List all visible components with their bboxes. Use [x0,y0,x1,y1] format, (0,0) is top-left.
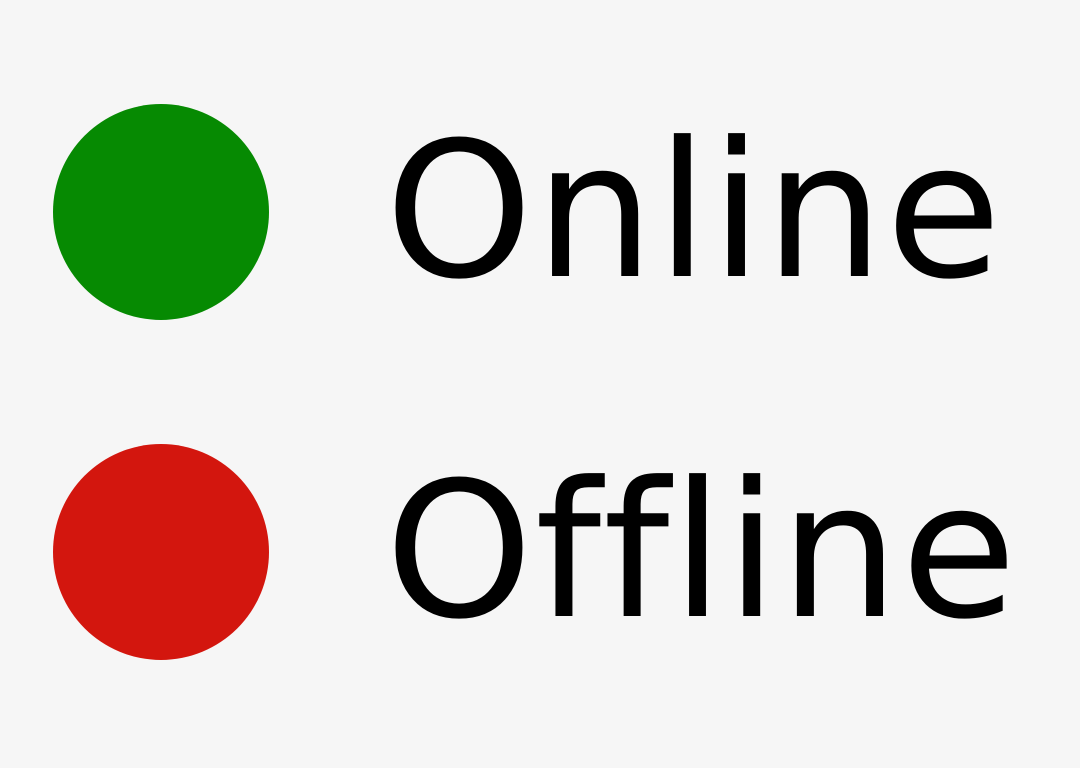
green-status-dot-icon [53,104,269,320]
red-status-dot-icon [53,444,269,660]
status-item-online: Online [0,104,1080,324]
status-item-offline: Offline [0,444,1080,664]
status-legend: Online Offline [0,0,1080,768]
status-label-online: Online [385,102,1004,321]
status-label-offline: Offline [385,442,1019,661]
